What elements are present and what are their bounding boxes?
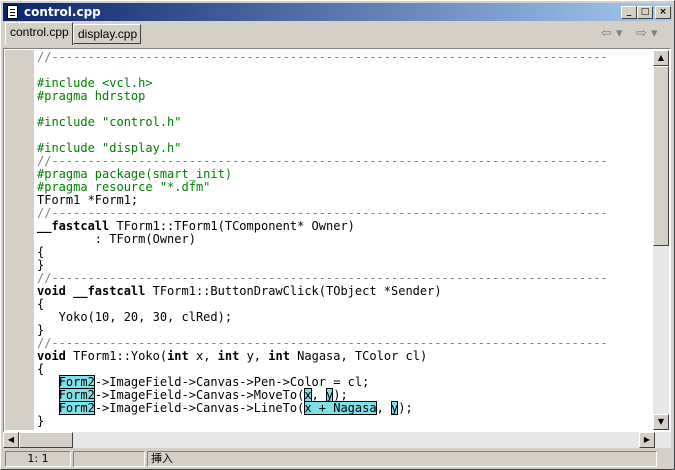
code-line[interactable]: } — [37, 415, 653, 428]
tab-bar: control.cpp display.cpp ⇦ ▾ ⇨ ▾ — [3, 22, 672, 47]
code-line[interactable]: void TForm1::Yoko(int x, int y, int Naga… — [37, 350, 653, 363]
code-token: { — [37, 362, 45, 376]
code-token: #include "display.h" — [37, 141, 182, 155]
code-token: //--------------------------------------… — [37, 154, 608, 168]
document-icon — [7, 5, 18, 19]
code-token: ); — [333, 388, 348, 402]
code-token: TForm1::TForm1(TComponent* Owner) — [109, 219, 355, 233]
code-token: //--------------------------------------… — [37, 206, 608, 220]
editor-window: control.cpp _ □ × control.cpp display.cp… — [0, 0, 675, 470]
code-token: void — [37, 349, 66, 363]
code-line[interactable]: : TForm(Owner) — [37, 233, 653, 246]
code-token: x, — [188, 349, 218, 363]
vertical-scrollbar[interactable]: ▲ ▼ — [653, 50, 669, 430]
window-title: control.cpp — [24, 5, 101, 19]
code-token: int — [217, 349, 240, 363]
back-arrow-icon[interactable]: ⇦ ▾ — [601, 26, 623, 41]
code-token: Yoko(10, 20, 30, clRed); — [37, 310, 233, 324]
close-button[interactable]: × — [655, 6, 671, 19]
code-token: ->ImageField->Canvas->Pen->Color = cl; — [94, 375, 370, 389]
code-token: #include <vcl.h> — [37, 76, 153, 90]
horizontal-scrollbar[interactable]: ◀ ▶ — [3, 432, 671, 448]
code-token: #pragma resource "*.dfm" — [37, 180, 211, 194]
maximize-button[interactable]: □ — [637, 6, 653, 19]
highlighted-token: Form2 — [58, 401, 95, 415]
code-token: { — [37, 297, 45, 311]
code-token: TForm1::ButtonDrawClick(TObject *Sender) — [145, 284, 442, 298]
code-token: TForm1 *Form1; — [37, 193, 139, 207]
code-token: #include "control.h" — [37, 115, 182, 129]
code-token: int — [268, 349, 290, 363]
code-token: } — [37, 323, 45, 337]
vertical-scroll-thumb[interactable] — [653, 66, 669, 246]
code-token: y, — [239, 349, 269, 363]
code-token: , — [376, 401, 392, 415]
code-area[interactable]: //--------------------------------------… — [37, 51, 653, 429]
highlighted-token: Form2 — [58, 388, 95, 402]
code-line[interactable]: void __fastcall TForm1::ButtonDrawClick(… — [37, 285, 653, 298]
code-token: { — [37, 245, 45, 259]
cursor-position: 1: 1 — [5, 451, 71, 467]
code-token: __fastcall — [37, 219, 110, 233]
title-bar[interactable]: control.cpp _ □ × — [3, 3, 672, 21]
modified-panel — [73, 451, 145, 467]
forward-arrow-icon[interactable]: ⇨ ▾ — [636, 26, 658, 41]
insert-mode: 挿入 — [147, 451, 657, 467]
code-token: TForm1::Yoko( — [65, 349, 168, 363]
code-token: //--------------------------------------… — [37, 271, 608, 285]
highlighted-token: x + Nagasa — [304, 401, 377, 415]
tab-display-cpp[interactable]: display.cpp — [73, 24, 141, 44]
code-line[interactable]: Yoko(10, 20, 30, clRed); — [37, 311, 653, 324]
scroll-left-button[interactable]: ◀ — [3, 432, 19, 448]
code-token: ); — [398, 401, 413, 415]
code-line[interactable]: //--------------------------------------… — [37, 51, 653, 64]
horizontal-scroll-thumb[interactable] — [19, 432, 73, 448]
code-token: void __fastcall — [37, 284, 146, 298]
code-line[interactable]: #pragma hdrstop — [37, 90, 653, 103]
tab-control-cpp[interactable]: control.cpp — [5, 22, 73, 45]
code-token: : TForm(Owner) — [37, 232, 196, 246]
code-token: ->ImageField->Canvas->LineTo( — [94, 401, 305, 415]
highlighted-token: x — [304, 388, 312, 402]
code-token: #pragma package(smart_init) — [37, 167, 233, 181]
gutter — [5, 50, 34, 430]
code-token: #pragma hdrstop — [37, 89, 146, 103]
scroll-right-button[interactable]: ▶ — [639, 432, 655, 448]
code-token: //--------------------------------------… — [37, 51, 608, 64]
code-line[interactable]: #include "control.h" — [37, 116, 653, 129]
code-token: int — [167, 349, 189, 363]
code-editor[interactable]: //--------------------------------------… — [3, 48, 671, 432]
code-line[interactable]: { — [37, 246, 653, 259]
code-token: ->ImageField->Canvas->MoveTo( — [94, 388, 305, 402]
scroll-down-button[interactable]: ▼ — [653, 414, 669, 430]
code-token: Nagasa, TColor cl) — [289, 349, 428, 363]
code-token: } — [37, 258, 45, 272]
code-token: , — [311, 388, 327, 402]
minimize-button[interactable]: _ — [621, 6, 637, 19]
code-token: //--------------------------------------… — [37, 336, 608, 350]
code-line[interactable]: Form2->ImageField->Canvas->LineTo(x + Na… — [37, 401, 653, 415]
scroll-up-button[interactable]: ▲ — [653, 50, 669, 66]
code-token: } — [37, 414, 45, 428]
highlighted-token: Form2 — [58, 375, 95, 389]
status-bar: 1: 1 挿入 — [3, 450, 672, 468]
